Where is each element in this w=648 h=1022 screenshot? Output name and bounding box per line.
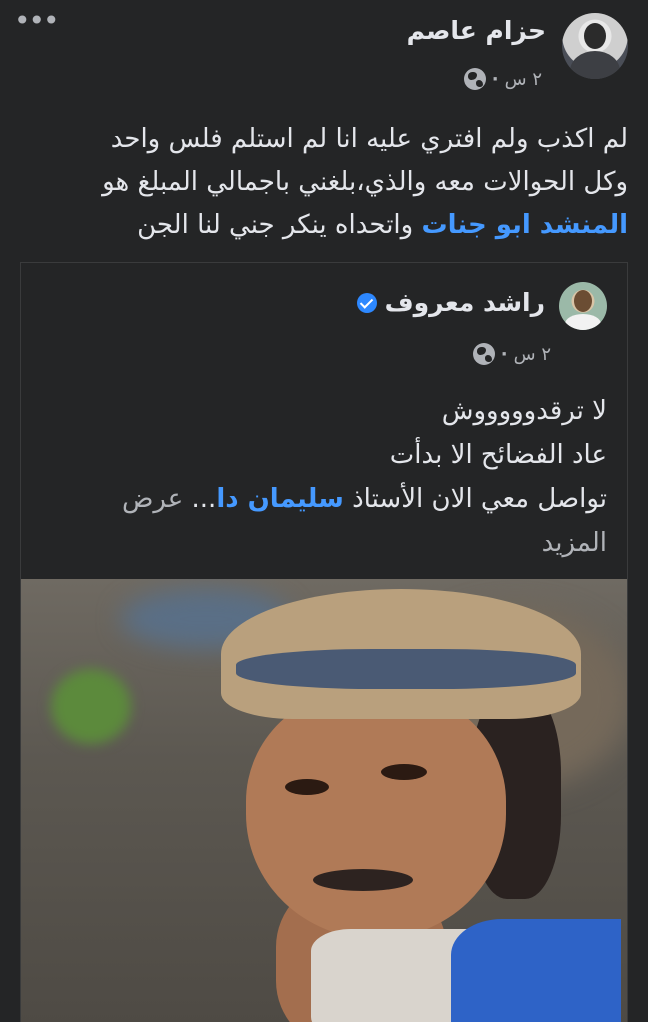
globe-icon[interactable]	[472, 343, 495, 365]
shared-post-text: لا ترقدوووووش عاد الفضائح الا بدأت تواصل…	[37, 389, 607, 565]
photo-jacket-shape	[451, 919, 621, 1022]
post-text: لم اكذب ولم افتري عليه انا لم استلم فلس …	[23, 118, 628, 247]
shared-text-line: لا ترقدوووووش	[441, 396, 607, 426]
photo-turban-band-shape	[236, 649, 576, 689]
avatar-head-shape	[584, 23, 606, 49]
avatar-body-shape	[565, 314, 601, 330]
photo-background-shape	[51, 669, 131, 744]
mention-link[interactable]: سليمان دا	[216, 484, 344, 514]
author-name[interactable]: حزام عاصم	[407, 16, 546, 45]
avatar-body-shape	[570, 51, 620, 79]
globe-icon[interactable]	[463, 68, 486, 90]
post-text-line: وكل الحوالات معه والذي،بلغني باجمالي الم…	[102, 167, 628, 197]
post-text-fragment: واتحداه ينكر جني لنا الجن	[137, 210, 422, 240]
shared-author-row: راشد معروف	[356, 288, 545, 317]
shared-author-avatar[interactable]	[559, 282, 607, 330]
post-text-line: لم اكذب ولم افتري عليه انا لم استلم فلس …	[110, 124, 628, 154]
mention-link[interactable]: المنشد ابو جنات	[421, 210, 628, 240]
ellipsis: ...	[191, 484, 217, 514]
shared-text-fragment: تواصل معي الان الأستاذ	[343, 484, 607, 514]
author-avatar[interactable]	[562, 13, 628, 79]
post-meta: ٢ س ·	[463, 68, 542, 90]
meta-separator: ·	[491, 68, 499, 90]
avatar-head-shape	[574, 290, 592, 312]
shared-post-meta: ٢ س ·	[472, 343, 551, 365]
photo-eye-shape	[285, 779, 329, 795]
meta-separator: ·	[500, 343, 508, 365]
photo-face-shape	[246, 689, 506, 939]
shared-author-name[interactable]: راشد معروف	[385, 288, 545, 317]
shared-text-line: عاد الفضائح الا بدأت	[389, 440, 607, 470]
see-more-link[interactable]: المزيد	[37, 521, 607, 565]
shared-post-card[interactable]: راشد معروف ٢ س · لا ترقدوووووش عاد الفضا…	[20, 262, 628, 1022]
post-time[interactable]: ٢ س	[505, 69, 542, 90]
photo-mustache-shape	[313, 869, 413, 891]
more-options-button[interactable]: •••	[14, 4, 60, 37]
verified-badge-icon	[356, 292, 377, 313]
see-more-link[interactable]: عرض	[122, 484, 192, 514]
post-text-line: المنشد ابو جنات واتحداه ينكر جني لنا الج…	[23, 204, 628, 247]
photo-eye-shape	[381, 764, 427, 780]
shared-text-line: تواصل معي الان الأستاذ سليمان دا... عرض	[37, 477, 607, 521]
shared-post-photo[interactable]	[21, 579, 627, 1022]
shared-post-time[interactable]: ٢ س	[514, 344, 551, 365]
